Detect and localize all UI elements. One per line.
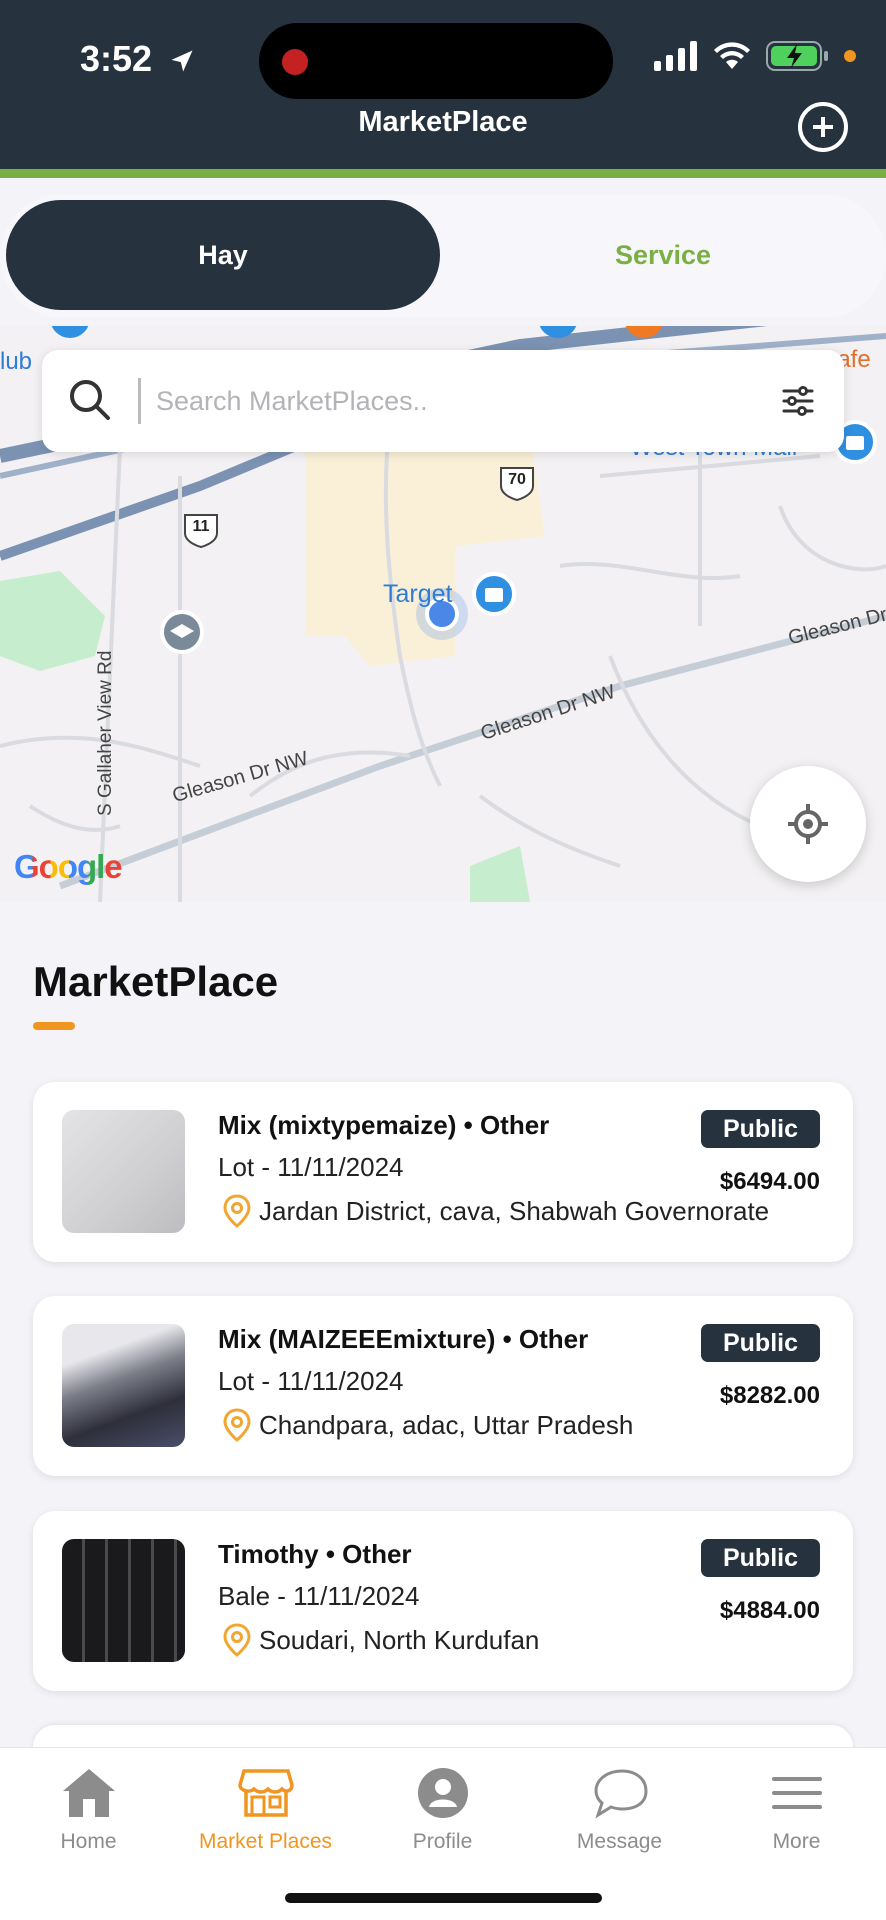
privacy-dot xyxy=(844,50,856,62)
page-title: MarketPlace xyxy=(358,106,528,138)
status-icons xyxy=(654,40,856,72)
crosshair-icon xyxy=(788,804,828,844)
listing-card[interactable]: Mix (mixtypemaize) • Other Lot - 11/11/2… xyxy=(33,1082,853,1262)
nav-more-label: More xyxy=(772,1830,821,1853)
listing-card[interactable]: Timothy • Other Bale - 11/11/2024 Soudar… xyxy=(33,1511,853,1691)
listing-price: $8282.00 xyxy=(719,1382,820,1409)
home-indicator xyxy=(285,1893,602,1903)
profile-icon xyxy=(417,1768,468,1818)
search-input[interactable] xyxy=(156,374,746,428)
map-label-gallaher: S Gallaher View Rd xyxy=(95,650,116,816)
listing-location: Chandpara, adac, Uttar Pradesh xyxy=(223,1408,633,1442)
section-title: MarketPlace xyxy=(33,958,279,1005)
listing-thumbnail xyxy=(62,1324,185,1447)
listing-card[interactable]: Mix (MAIZEEEmixture) • Other Lot - 11/11… xyxy=(33,1296,853,1476)
listing-location: Jardan District, cava, Shabwah Governora… xyxy=(223,1194,769,1228)
listing-subtitle: Lot - 11/11/2024 xyxy=(218,1152,404,1182)
recording-indicator xyxy=(282,49,308,75)
header-accent-bar xyxy=(0,169,886,178)
tab-hay[interactable]: Hay xyxy=(6,200,440,310)
listing-subtitle: Lot - 11/11/2024 xyxy=(218,1366,404,1396)
wifi-icon xyxy=(714,42,750,69)
nav-home-label: Home xyxy=(60,1830,117,1853)
nav-profile-label: Profile xyxy=(412,1830,473,1853)
location-pin-icon xyxy=(223,1194,251,1228)
map-label-route-11: 11 xyxy=(192,518,210,535)
listing-price: $4884.00 xyxy=(719,1597,820,1624)
app-header: 3:52 MarketPlace xyxy=(0,0,886,178)
listing-thumbnail xyxy=(62,1110,185,1233)
visibility-badge: Public xyxy=(700,1324,820,1362)
listing-title: Timothy • Other xyxy=(218,1539,412,1569)
hamburger-menu-icon xyxy=(771,1777,822,1809)
dynamic-island xyxy=(259,23,613,99)
map-label-route-70: 70 xyxy=(508,471,526,488)
signal-icon xyxy=(654,41,697,71)
listing-location-text: Chandpara, adac, Uttar Pradesh xyxy=(259,1409,634,1440)
nav-profile[interactable]: Profile xyxy=(354,1762,531,1854)
listing-title: Mix (MAIZEEEmixture) • Other xyxy=(218,1324,589,1354)
map-label-club: lub xyxy=(0,348,33,375)
visibility-badge: Public xyxy=(700,1110,820,1148)
listing-location-text: Soudari, North Kurdufan xyxy=(259,1624,540,1655)
nav-message-label: Message xyxy=(576,1830,663,1853)
location-arrow-icon xyxy=(171,50,193,72)
status-time-text: 3:52 xyxy=(80,38,153,79)
nav-market-places[interactable]: Market Places xyxy=(177,1762,354,1854)
category-segmented-control: Hay Service xyxy=(0,194,886,318)
my-location-button[interactable] xyxy=(750,766,866,882)
visibility-badge: Public xyxy=(700,1539,820,1577)
location-pin-icon xyxy=(223,1623,251,1657)
home-icon xyxy=(62,1769,115,1817)
listing-price: $6494.00 xyxy=(719,1168,820,1195)
storefront-icon xyxy=(237,1769,294,1817)
add-listing-button[interactable] xyxy=(798,102,848,152)
nav-home[interactable]: Home xyxy=(0,1762,177,1854)
tab-service[interactable]: Service xyxy=(446,200,880,310)
search-icon[interactable] xyxy=(66,376,114,424)
listing-thumbnail xyxy=(62,1539,185,1662)
search-bar xyxy=(42,350,844,452)
listing-location-text: Jardan District, cava, Shabwah Governora… xyxy=(259,1195,770,1226)
status-time: 3:52 xyxy=(80,38,196,80)
battery-charging-icon xyxy=(766,41,828,71)
nav-more[interactable]: More xyxy=(708,1762,885,1854)
filter-sliders-icon[interactable] xyxy=(782,386,814,416)
listing-location: Soudari, North Kurdufan xyxy=(223,1623,539,1657)
listing-subtitle: Bale - 11/11/2024 xyxy=(218,1581,420,1611)
search-separator xyxy=(138,378,141,424)
map-label-target: Target xyxy=(383,580,453,608)
nav-message[interactable]: Message xyxy=(531,1762,708,1854)
nav-market-places-label: Market Places xyxy=(198,1830,333,1853)
map-view[interactable]: lub Cafe West Town Mall 70 11 Target Gle… xyxy=(0,326,886,902)
google-attribution: Google xyxy=(14,848,123,885)
listing-title: Mix (mixtypemaize) • Other xyxy=(218,1110,550,1140)
message-bubble-icon xyxy=(593,1769,648,1819)
location-pin-icon xyxy=(223,1408,251,1442)
section-title-underline xyxy=(33,1022,75,1030)
